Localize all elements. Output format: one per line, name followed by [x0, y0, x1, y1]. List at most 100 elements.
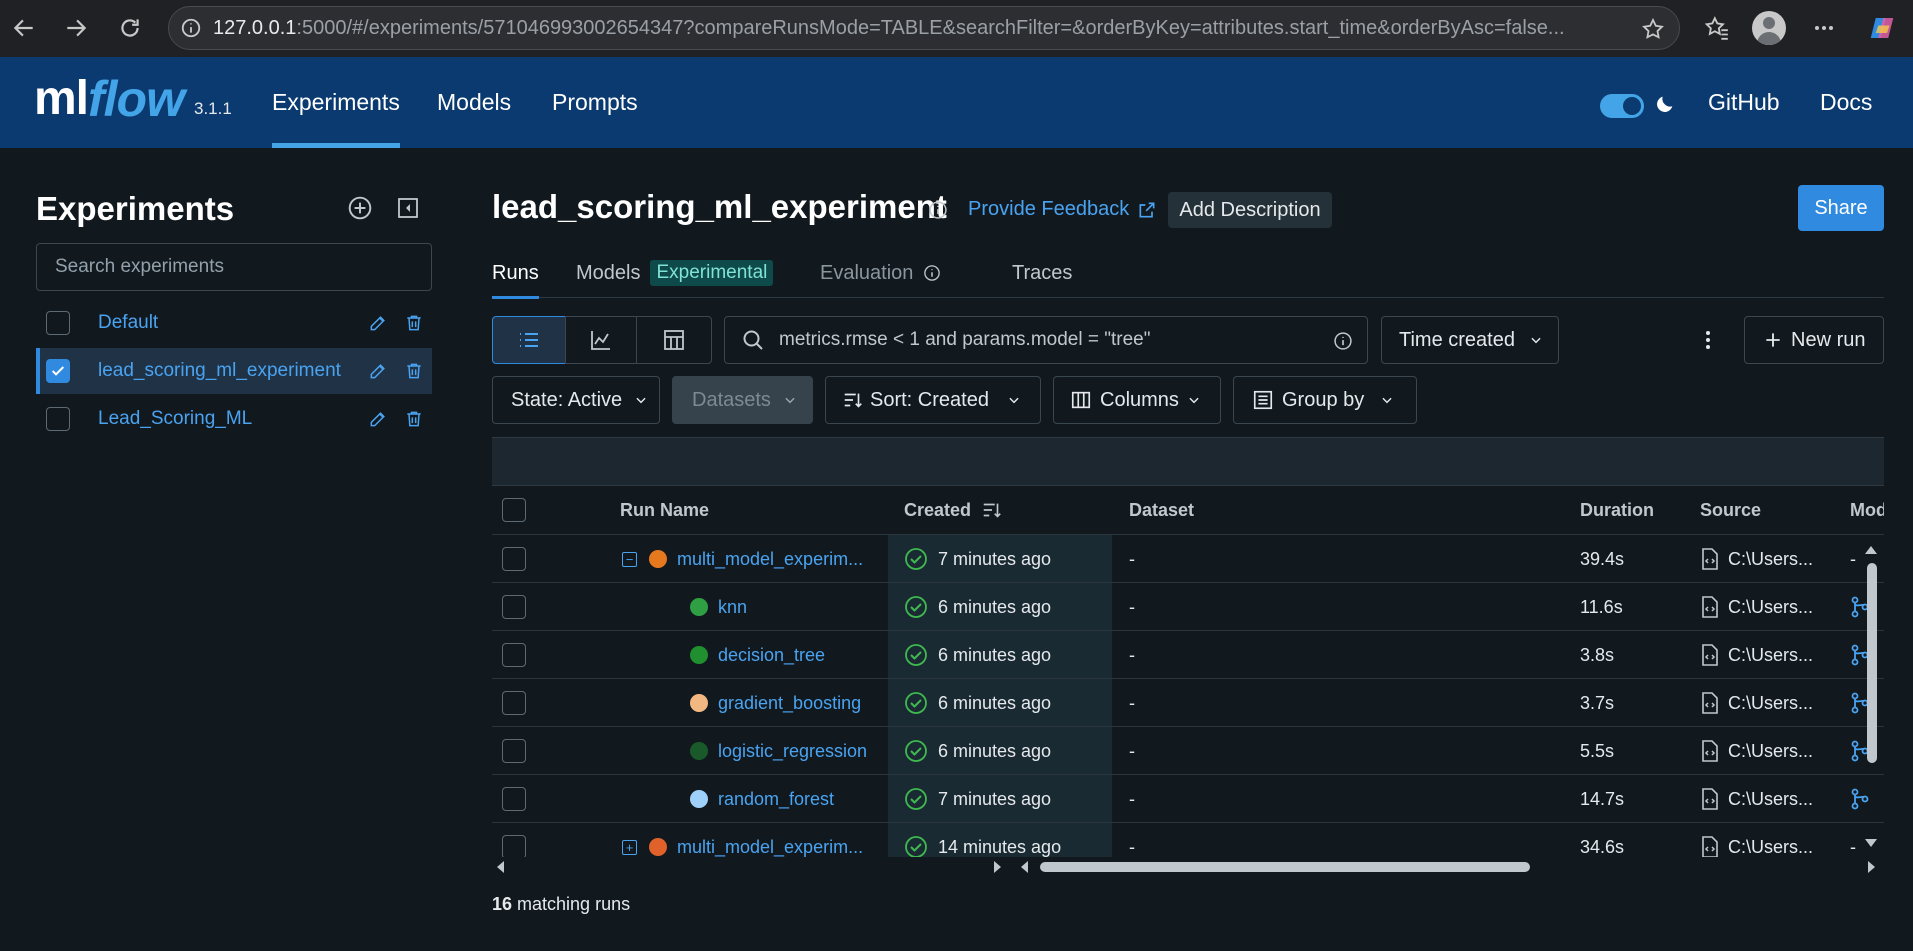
- github-link[interactable]: GitHub: [1708, 57, 1780, 148]
- tab-models[interactable]: Models Experimental: [576, 248, 774, 298]
- column-header-duration[interactable]: Duration: [1580, 486, 1654, 534]
- run-color-dot[interactable]: [690, 646, 708, 664]
- run-color-dot[interactable]: [690, 790, 708, 808]
- experiment-item-default[interactable]: Default: [36, 300, 432, 346]
- state-filter[interactable]: State: Active: [492, 376, 660, 424]
- new-run-button[interactable]: New run: [1744, 316, 1884, 364]
- share-button[interactable]: Share: [1798, 185, 1884, 231]
- source-cell[interactable]: C:\Users...: [1700, 679, 1813, 727]
- select-all-checkbox[interactable]: [502, 486, 526, 534]
- table-row[interactable]: gradient_boosting 6 minutes ago - 3.7s C:\Us…: [492, 678, 1884, 727]
- edit-icon[interactable]: [360, 409, 396, 429]
- tab-traces[interactable]: Traces: [1012, 248, 1072, 298]
- expand-icon[interactable]: +: [622, 839, 637, 855]
- table-row[interactable]: random_forest 7 minutes ago - 14.7s C:\Users…: [492, 774, 1884, 823]
- more-menu-icon[interactable]: [1804, 8, 1844, 48]
- collapse-sidebar-icon[interactable]: [392, 192, 424, 224]
- delete-icon[interactable]: [396, 409, 432, 429]
- source-cell[interactable]: C:\Users...: [1700, 727, 1813, 775]
- row-checkbox[interactable]: [502, 535, 526, 583]
- table-row[interactable]: logistic_regression 6 minutes ago - 5.5s C:\…: [492, 726, 1884, 775]
- column-header-source[interactable]: Source: [1700, 486, 1761, 534]
- table-view-button[interactable]: [492, 316, 566, 364]
- info-icon[interactable]: [928, 200, 948, 220]
- nav-experiments[interactable]: Experiments: [272, 57, 400, 148]
- dark-mode-toggle[interactable]: [1600, 94, 1644, 118]
- tab-runs[interactable]: Runs: [492, 248, 539, 299]
- profile-avatar[interactable]: [1752, 11, 1786, 45]
- row-checkbox[interactable]: [502, 727, 526, 775]
- create-experiment-icon[interactable]: [344, 192, 376, 224]
- run-name-link[interactable]: multi_model_experim...: [677, 837, 863, 858]
- run-name-link[interactable]: logistic_regression: [718, 741, 867, 762]
- source-cell[interactable]: C:\Users...: [1700, 583, 1813, 631]
- row-checkbox[interactable]: [502, 631, 526, 679]
- experiment-name[interactable]: Default: [98, 312, 360, 334]
- chart-view-button[interactable]: [565, 316, 637, 364]
- run-color-dot[interactable]: [649, 838, 667, 856]
- experiment-name[interactable]: Lead_Scoring_ML: [98, 408, 360, 430]
- source-cell[interactable]: C:\Users...: [1700, 775, 1813, 823]
- artifact-view-button[interactable]: [636, 316, 712, 364]
- sort-select[interactable]: Sort: Created: [825, 376, 1041, 424]
- runs-search-input[interactable]: metrics.rmse < 1 and params.model = "tre…: [724, 316, 1368, 364]
- run-name-link[interactable]: knn: [718, 597, 747, 618]
- table-row[interactable]: − multi_model_experim... 7 minutes ago - 39.…: [492, 534, 1884, 583]
- address-bar[interactable]: 127.0.0.1:5000/#/experiments/57104699300…: [168, 6, 1680, 50]
- experiment-name[interactable]: lead_scoring_ml_experiment: [98, 360, 360, 382]
- run-name-link[interactable]: multi_model_experim...: [677, 549, 863, 570]
- forward-icon[interactable]: [56, 8, 96, 48]
- back-icon[interactable]: [4, 8, 44, 48]
- experiment-checkbox[interactable]: [46, 407, 70, 431]
- run-name-link[interactable]: gradient_boosting: [718, 693, 861, 714]
- horizontal-scrollbar-left[interactable]: [492, 857, 1006, 877]
- bookmark-star-icon[interactable]: [1641, 17, 1665, 41]
- column-header-created[interactable]: Created: [904, 486, 1003, 534]
- experiment-checkbox[interactable]: [46, 359, 70, 383]
- run-color-dot[interactable]: [690, 694, 708, 712]
- run-color-dot[interactable]: [649, 550, 667, 568]
- vertical-scrollbar[interactable]: [1862, 541, 1880, 857]
- column-header-run-name[interactable]: Run Name: [620, 486, 709, 534]
- columns-select[interactable]: Columns: [1053, 376, 1221, 424]
- reload-icon[interactable]: [110, 8, 150, 48]
- provide-feedback-link[interactable]: Provide Feedback: [968, 198, 1157, 221]
- source-cell[interactable]: C:\Users...: [1700, 823, 1813, 857]
- more-options-icon[interactable]: [1696, 328, 1720, 352]
- table-row[interactable]: + multi_model_experim... 14 minutes ago - 34…: [492, 822, 1884, 857]
- edit-icon[interactable]: [360, 313, 396, 333]
- row-checkbox[interactable]: [502, 679, 526, 727]
- source-cell[interactable]: C:\Users...: [1700, 535, 1813, 583]
- time-created-select[interactable]: Time created: [1381, 316, 1559, 364]
- favorites-icon[interactable]: [1697, 8, 1737, 48]
- nav-models[interactable]: Models: [437, 57, 511, 148]
- group-by-select[interactable]: Group by: [1233, 376, 1417, 424]
- search-info-icon[interactable]: [1333, 331, 1353, 351]
- delete-icon[interactable]: [396, 313, 432, 333]
- mlflow-logo[interactable]: ml flow 3.1.1: [34, 71, 232, 127]
- run-name-link[interactable]: random_forest: [718, 789, 834, 810]
- edit-icon[interactable]: [360, 361, 396, 381]
- docs-link[interactable]: Docs: [1820, 57, 1872, 148]
- run-name-link[interactable]: decision_tree: [718, 645, 825, 666]
- search-experiments-input[interactable]: Search experiments: [36, 243, 432, 291]
- add-description-button[interactable]: Add Description: [1168, 192, 1332, 228]
- row-checkbox[interactable]: [502, 823, 526, 857]
- experiment-item-lead-scoring-ml-experiment[interactable]: lead_scoring_ml_experiment: [36, 348, 432, 394]
- table-row[interactable]: knn 6 minutes ago - 11.6s C:\Users...: [492, 582, 1884, 631]
- datasets-filter[interactable]: Datasets: [672, 376, 813, 424]
- site-info-icon[interactable]: [169, 17, 213, 39]
- collapse-icon[interactable]: −: [622, 551, 637, 567]
- tab-evaluation[interactable]: Evaluation: [820, 248, 941, 298]
- run-color-dot[interactable]: [690, 742, 708, 760]
- run-color-dot[interactable]: [690, 598, 708, 616]
- delete-icon[interactable]: [396, 361, 432, 381]
- horizontal-scrollbar-right[interactable]: [1016, 857, 1880, 877]
- row-checkbox[interactable]: [502, 775, 526, 823]
- column-header-models[interactable]: Mod: [1850, 486, 1884, 534]
- table-row[interactable]: decision_tree 6 minutes ago - 3.8s C:\Users.…: [492, 630, 1884, 679]
- column-header-dataset[interactable]: Dataset: [1129, 486, 1194, 534]
- copilot-icon[interactable]: [1862, 8, 1902, 48]
- experiment-item-lead-scoring-ml[interactable]: Lead_Scoring_ML: [36, 396, 432, 442]
- row-checkbox[interactable]: [502, 583, 526, 631]
